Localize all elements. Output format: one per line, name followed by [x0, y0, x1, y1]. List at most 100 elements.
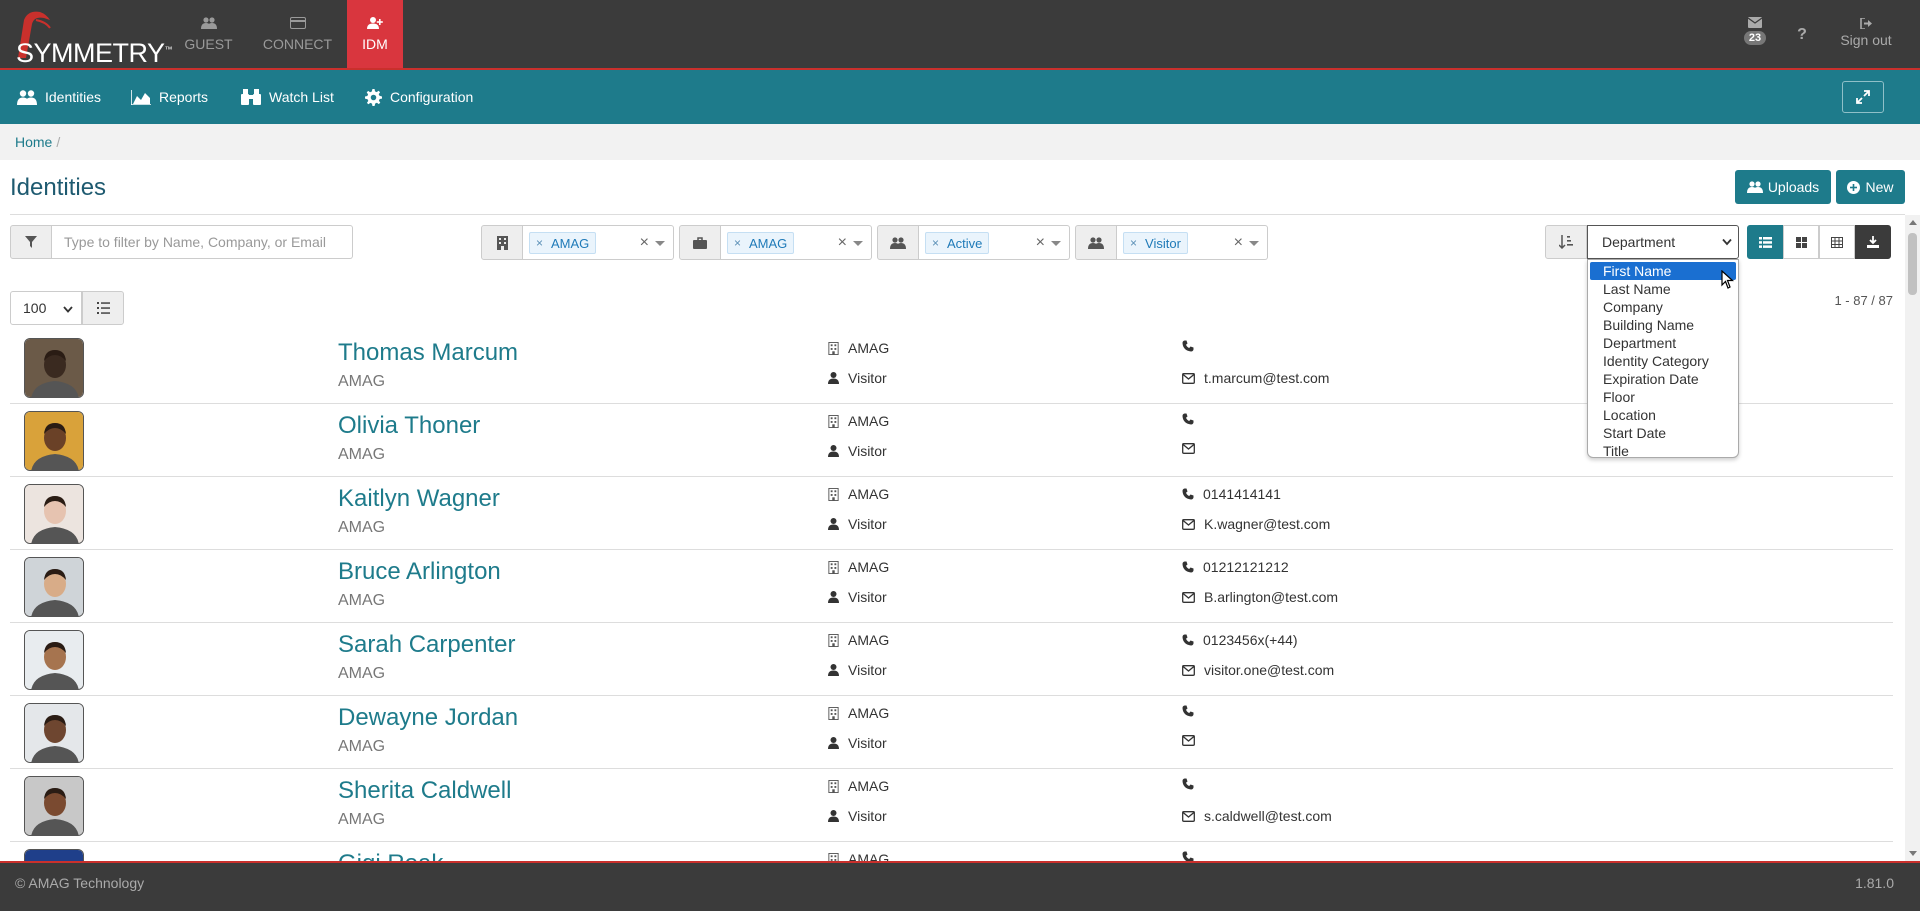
identity-name[interactable]: Kaitlyn Wagner — [338, 485, 500, 513]
identity-row[interactable]: Gigi Roak AMAG AMAG Visitor — [10, 842, 1893, 861]
chip-remove-icon[interactable]: × — [536, 236, 543, 250]
topnav-connect[interactable]: CONNECT — [253, 0, 342, 68]
topnav-label: GUEST — [184, 36, 233, 52]
topnav-guest[interactable]: GUEST — [164, 0, 253, 68]
subnav-identities[interactable]: Identities — [17, 70, 101, 124]
messages-button[interactable]: 23 — [1740, 0, 1770, 68]
identity-name[interactable]: Sherita Caldwell — [338, 777, 511, 805]
caret-down-icon[interactable] — [1051, 241, 1061, 246]
sort-option[interactable]: Start Date — [1588, 424, 1738, 442]
chip-remove-icon[interactable]: × — [734, 236, 741, 250]
avatar[interactable] — [24, 630, 84, 690]
identity-row[interactable]: Kaitlyn Wagner AMAG AMAG Visitor 0141414… — [10, 477, 1893, 550]
phone-value[interactable]: 0141414141 — [1203, 486, 1281, 502]
uploads-button[interactable]: Uploads — [1735, 170, 1831, 204]
clear-icon[interactable]: × — [640, 234, 649, 252]
email-value[interactable]: B.arlington@test.com — [1204, 589, 1338, 605]
subnav-label: Identities — [45, 89, 102, 105]
email-value[interactable]: t.marcum@test.com — [1204, 370, 1329, 386]
sort-option[interactable]: Last Name — [1588, 280, 1738, 298]
company-filter-box[interactable]: × AMAG × — [721, 225, 872, 260]
identity-name[interactable]: Gigi Roak — [338, 850, 443, 861]
list-view-button[interactable] — [1747, 225, 1783, 259]
fullscreen-button[interactable] — [1842, 81, 1884, 113]
column-options-button[interactable] — [82, 291, 124, 325]
identity-name[interactable]: Sarah Carpenter — [338, 631, 515, 659]
identity-name[interactable]: Bruce Arlington — [338, 558, 501, 586]
sort-option[interactable]: First Name — [1590, 262, 1736, 280]
category-filter[interactable]: × Visitor × — [1075, 225, 1268, 260]
phone-icon — [1182, 705, 1194, 717]
sort-option[interactable]: Company — [1588, 298, 1738, 316]
chevron-down-icon — [1722, 238, 1732, 246]
scroll-down-icon[interactable] — [1909, 851, 1917, 856]
clear-icon[interactable]: × — [838, 234, 847, 252]
identity-email — [1182, 443, 1204, 454]
sort-option[interactable]: Identity Category — [1588, 352, 1738, 370]
company-filter[interactable]: × AMAG × — [679, 225, 872, 260]
new-identity-button[interactable]: New — [1836, 170, 1905, 204]
avatar[interactable] — [24, 557, 84, 617]
clear-icon[interactable]: × — [1234, 234, 1243, 252]
building-filter[interactable]: × AMAG × — [481, 225, 674, 260]
sort-option[interactable]: Floor — [1588, 388, 1738, 406]
category-filter-box[interactable]: × Visitor × — [1117, 225, 1268, 260]
subnav-watch-list[interactable]: Watch List — [241, 70, 334, 124]
table-view-button[interactable] — [1819, 225, 1855, 259]
caret-down-icon[interactable] — [655, 241, 665, 246]
subnav-reports[interactable]: Reports — [131, 70, 208, 124]
sort-addon[interactable] — [1545, 225, 1587, 259]
topnav-idm[interactable]: IDM — [347, 0, 403, 68]
avatar[interactable] — [24, 411, 84, 471]
sort-select[interactable]: Department — [1587, 225, 1739, 259]
sort-option[interactable]: Location — [1588, 406, 1738, 424]
scroll-thumb[interactable] — [1908, 233, 1917, 295]
identity-row[interactable]: Sarah Carpenter AMAG AMAG Visitor 012345… — [10, 623, 1893, 696]
envelope-icon — [1182, 810, 1195, 822]
avatar-photo-icon — [25, 704, 83, 762]
subnav-configuration[interactable]: Configuration — [365, 70, 473, 124]
sort-option[interactable]: Department — [1588, 334, 1738, 352]
sort-option[interactable]: Title — [1588, 442, 1738, 460]
chip-remove-icon[interactable]: × — [1130, 236, 1137, 250]
sort-option[interactable]: Expiration Date — [1588, 370, 1738, 388]
email-value[interactable]: K.wagner@test.com — [1204, 516, 1330, 532]
messages-count-badge: 23 — [1743, 31, 1767, 45]
caret-down-icon[interactable] — [1249, 241, 1259, 246]
page-scrollbar[interactable] — [1905, 215, 1920, 861]
identity-row[interactable]: Bruce Arlington AMAG AMAG Visitor 012121… — [10, 550, 1893, 623]
email-value[interactable]: visitor.one@test.com — [1204, 662, 1334, 678]
phone-value[interactable]: 01212121212 — [1203, 559, 1289, 575]
avatar[interactable] — [24, 849, 84, 861]
chip-remove-icon[interactable]: × — [932, 236, 939, 250]
phone-value[interactable]: 0123456x(+44) — [1203, 632, 1298, 648]
avatar[interactable] — [24, 338, 84, 398]
caret-down-icon[interactable] — [853, 241, 863, 246]
sign-out-button[interactable]: Sign out — [1832, 0, 1900, 68]
grid-view-button[interactable] — [1783, 225, 1819, 259]
identity-name[interactable]: Dewayne Jordan — [338, 704, 518, 732]
search-input[interactable] — [52, 225, 353, 259]
avatar[interactable] — [24, 703, 84, 763]
avatar[interactable] — [24, 776, 84, 836]
identity-name[interactable]: Olivia Thoner — [338, 412, 480, 440]
download-button[interactable] — [1855, 225, 1891, 259]
identity-name[interactable]: Thomas Marcum — [338, 339, 518, 367]
status-filter-box[interactable]: × Active × — [919, 225, 1070, 260]
user-icon — [828, 737, 839, 749]
sort-option[interactable]: Building Name — [1588, 316, 1738, 334]
identity-row[interactable]: Sherita Caldwell AMAG AMAG Visitor s.cal… — [10, 769, 1893, 842]
breadcrumb-home-link[interactable]: Home — [15, 134, 52, 150]
status-filter[interactable]: × Active × — [877, 225, 1070, 260]
building-filter-box[interactable]: × AMAG × — [523, 225, 674, 260]
identity-category: Visitor — [828, 808, 887, 824]
help-button[interactable]: ? — [1792, 0, 1812, 68]
symmetry-logo[interactable]: SYMMETRY™ — [6, 6, 173, 68]
clear-icon[interactable]: × — [1036, 234, 1045, 252]
avatar[interactable] — [24, 484, 84, 544]
identity-building: AMAG — [828, 413, 889, 429]
identity-row[interactable]: Dewayne Jordan AMAG AMAG Visitor — [10, 696, 1893, 769]
email-value[interactable]: s.caldwell@test.com — [1204, 808, 1332, 824]
page-size-select[interactable]: 100 — [10, 291, 82, 325]
scroll-up-icon[interactable] — [1909, 220, 1917, 225]
